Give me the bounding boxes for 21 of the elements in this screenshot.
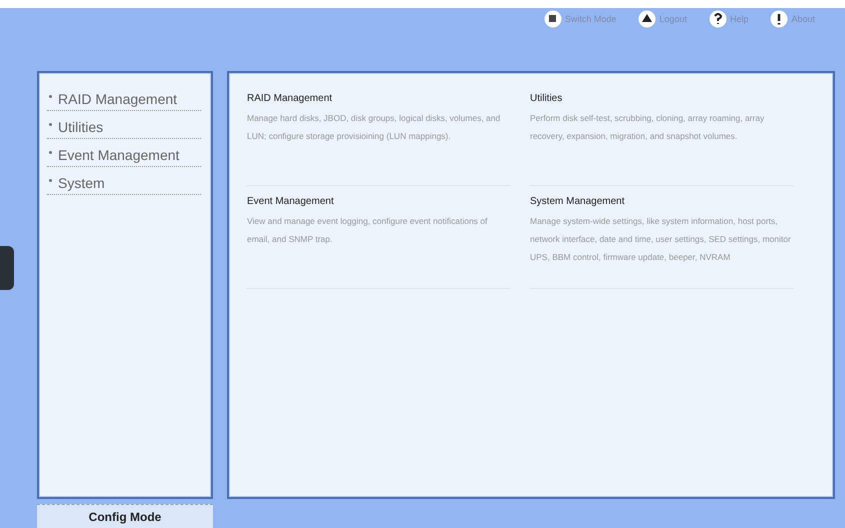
section-title[interactable]: System Management: [530, 196, 793, 207]
section-description: Manage hard disks, JBOD, disk groups, logical disks, volumes, and LUN; configure storage provisioining (LUN mappings).: [247, 112, 502, 143]
sidebar-item[interactable]: Utilities: [47, 119, 201, 139]
sidebar-item[interactable]: Event Management: [47, 147, 201, 167]
bullet-icon: [49, 179, 52, 182]
section-title[interactable]: Utilities: [530, 93, 793, 104]
info-icon: [770, 10, 788, 28]
section-title[interactable]: Event Management: [247, 196, 510, 207]
bullet-icon: [49, 151, 52, 154]
section-description: Manage system-wide settings, like system information, host ports, network interface, date and time, user settings, SED settings, monitor UPS, BBM control, firmware update, beeper, NVRAM: [530, 215, 792, 264]
section-description: Perform disk self-test, scrubbing, cloning, array roaming, array recovery, expansion, migration, and snapshot volumes.: [530, 112, 766, 143]
sidebar-item[interactable]: RAID Management: [47, 91, 201, 111]
section-title[interactable]: RAID Management: [247, 93, 510, 104]
window-icon: [544, 10, 562, 28]
section-description: View and manage event logging, configure event notifications of email, and SNMP trap.: [247, 215, 488, 246]
bullet-icon: [49, 123, 52, 126]
mode-tab[interactable]: Config Mode: [37, 504, 213, 528]
bullet-icon: [49, 95, 52, 98]
sidebar-item[interactable]: System: [47, 175, 201, 195]
side-handle-icon[interactable]: [0, 246, 14, 290]
help-icon: [708, 10, 727, 28]
